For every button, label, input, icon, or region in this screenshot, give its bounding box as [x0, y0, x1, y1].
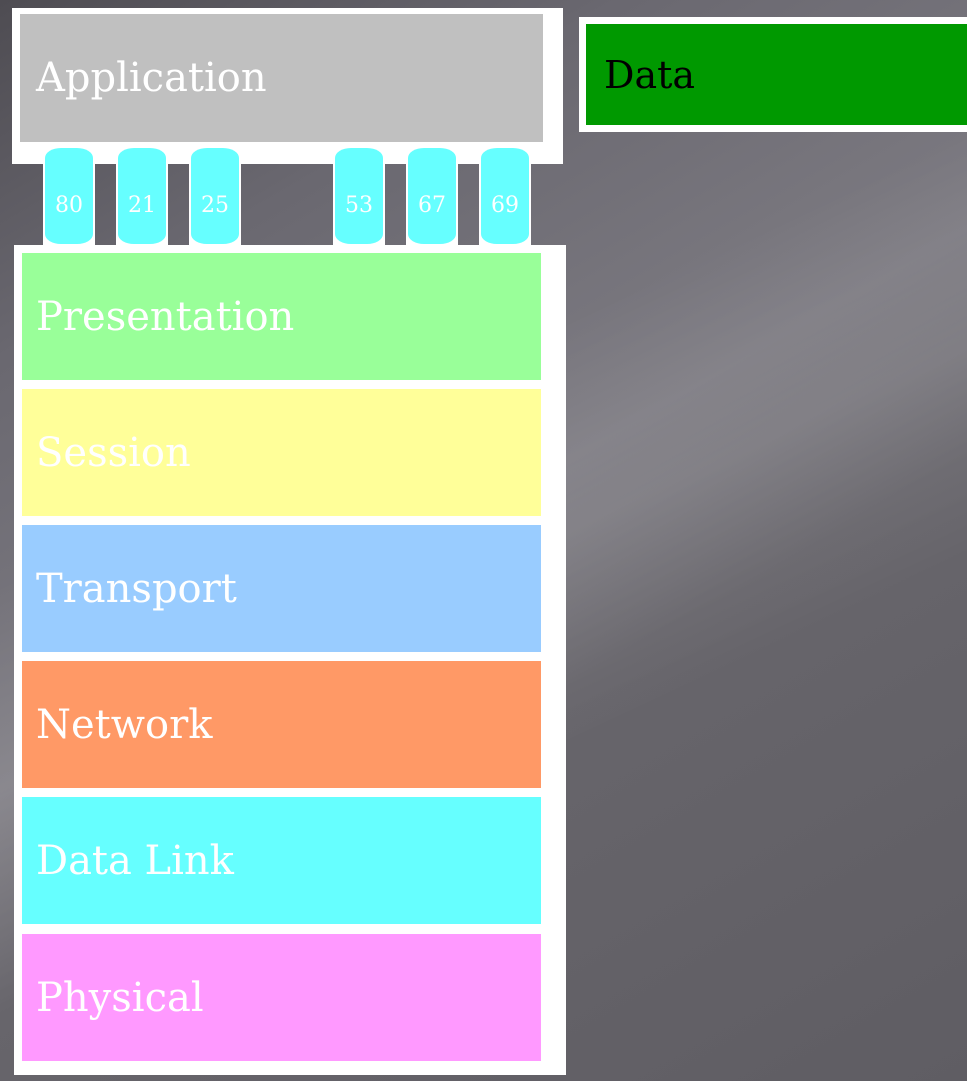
data-box: Data — [586, 24, 967, 125]
session-layer: Session — [22, 389, 541, 516]
port-cylinder: 53 — [335, 148, 383, 244]
layer-label: Network — [36, 701, 213, 748]
layer-label: Data Link — [36, 837, 234, 884]
application-layer-label: Application — [36, 55, 267, 101]
transport-layer: Transport — [22, 525, 541, 652]
port-cylinder: 67 — [408, 148, 456, 244]
port-number: 21 — [128, 192, 156, 218]
layer-label: Transport — [36, 565, 237, 612]
layer-label: Physical — [36, 974, 204, 1021]
port-80: 80 — [43, 146, 95, 246]
port-number: 80 — [55, 192, 83, 218]
physical-layer: Physical — [22, 934, 541, 1061]
network-layer: Network — [22, 661, 541, 788]
port-67: 67 — [406, 146, 458, 246]
data-box-label: Data — [604, 52, 696, 97]
port-cylinder: 21 — [118, 148, 166, 244]
presentation-layer: Presentation — [22, 253, 541, 380]
data-link-layer: Data Link — [22, 797, 541, 924]
port-25: 25 — [189, 146, 241, 246]
port-cylinder: 25 — [191, 148, 239, 244]
port-cylinder: 69 — [481, 148, 529, 244]
layer-label: Session — [36, 429, 191, 476]
port-53: 53 — [333, 146, 385, 246]
port-21: 21 — [116, 146, 168, 246]
port-number: 69 — [491, 192, 519, 218]
port-number: 25 — [201, 192, 229, 218]
port-69: 69 — [479, 146, 531, 246]
port-number: 67 — [418, 192, 446, 218]
port-cylinder: 80 — [45, 148, 93, 244]
application-layer: Application — [20, 14, 543, 142]
port-number: 53 — [345, 192, 373, 218]
layer-label: Presentation — [36, 293, 295, 340]
